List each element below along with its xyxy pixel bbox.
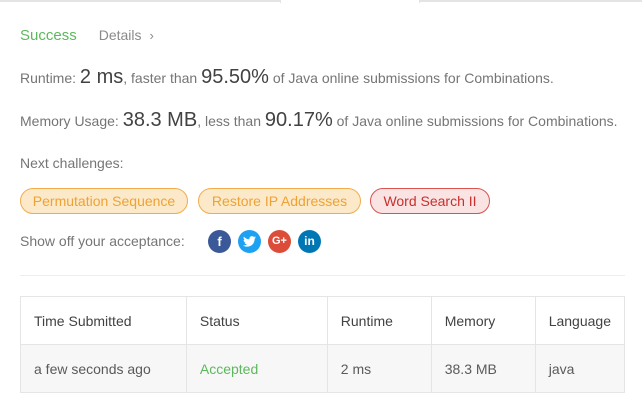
details-label: Details bbox=[98, 27, 142, 43]
challenge-word-search-ii[interactable]: Word Search II bbox=[370, 188, 490, 214]
table-row: a few seconds ago Accepted 2 ms 38.3 MB … bbox=[20, 344, 626, 393]
memory-prefix: Memory Usage: bbox=[20, 113, 123, 129]
challenge-restore-ip-addresses[interactable]: Restore IP Addresses bbox=[198, 188, 361, 214]
google-plus-icon[interactable]: G+ bbox=[268, 229, 291, 253]
twitter-bird-glyph bbox=[243, 235, 256, 247]
tab-border-right bbox=[420, 0, 642, 2]
active-tab-edge-left bbox=[280, 0, 281, 3]
submissions-table: Time Submitted Status Runtime Memory Lan… bbox=[20, 296, 626, 393]
linkedin-icon[interactable]: in bbox=[298, 229, 321, 253]
cell-time-submitted: a few seconds ago bbox=[20, 344, 187, 393]
runtime-mid: , faster than bbox=[123, 70, 202, 86]
cell-memory: 38.3 MB bbox=[430, 344, 536, 393]
memory-value: 38.3 MB bbox=[122, 109, 198, 131]
success-status: Success bbox=[20, 26, 77, 44]
cell-runtime: 2 ms bbox=[326, 344, 432, 393]
share-row: Show off your acceptance: f G+ in bbox=[20, 229, 328, 253]
top-tab-bar bbox=[0, 0, 642, 4]
column-header-memory[interactable]: Memory bbox=[430, 296, 536, 345]
runtime-value: 2 ms bbox=[79, 66, 124, 88]
details-link[interactable]: Details › bbox=[99, 27, 154, 43]
runtime-percent: 95.50% bbox=[201, 66, 269, 88]
challenge-permutation-sequence[interactable]: Permutation Sequence bbox=[20, 188, 188, 214]
table-header-row: Time Submitted Status Runtime Memory Lan… bbox=[20, 296, 626, 345]
share-label: Show off your acceptance: bbox=[20, 233, 185, 249]
next-challenges-label: Next challenges: bbox=[20, 155, 124, 171]
chevron-right-icon: › bbox=[149, 27, 154, 43]
memory-suffix: of Java online submissions for Combinati… bbox=[332, 113, 618, 129]
cell-language: java bbox=[534, 344, 626, 393]
runtime-prefix: Runtime: bbox=[20, 70, 80, 86]
memory-stat: Memory Usage: 38.3 MB, less than 90.17% … bbox=[20, 109, 618, 132]
active-tab-edge-right bbox=[419, 0, 420, 3]
column-header-time-submitted[interactable]: Time Submitted bbox=[20, 296, 187, 345]
column-header-status[interactable]: Status bbox=[185, 296, 328, 345]
tab-border-left bbox=[0, 0, 280, 2]
runtime-suffix: of Java online submissions for Combinati… bbox=[268, 70, 554, 86]
cell-status-link[interactable]: Accepted bbox=[185, 344, 328, 393]
section-divider bbox=[20, 275, 625, 276]
facebook-icon[interactable]: f bbox=[208, 229, 231, 253]
column-header-language[interactable]: Language bbox=[534, 296, 626, 345]
runtime-stat: Runtime: 2 ms, faster than 95.50% of Jav… bbox=[20, 66, 554, 89]
memory-mid: , less than bbox=[197, 113, 265, 129]
result-header: Success Details › bbox=[20, 25, 154, 45]
column-header-runtime[interactable]: Runtime bbox=[326, 296, 432, 345]
memory-percent: 90.17% bbox=[264, 109, 333, 131]
twitter-icon[interactable] bbox=[238, 229, 261, 253]
